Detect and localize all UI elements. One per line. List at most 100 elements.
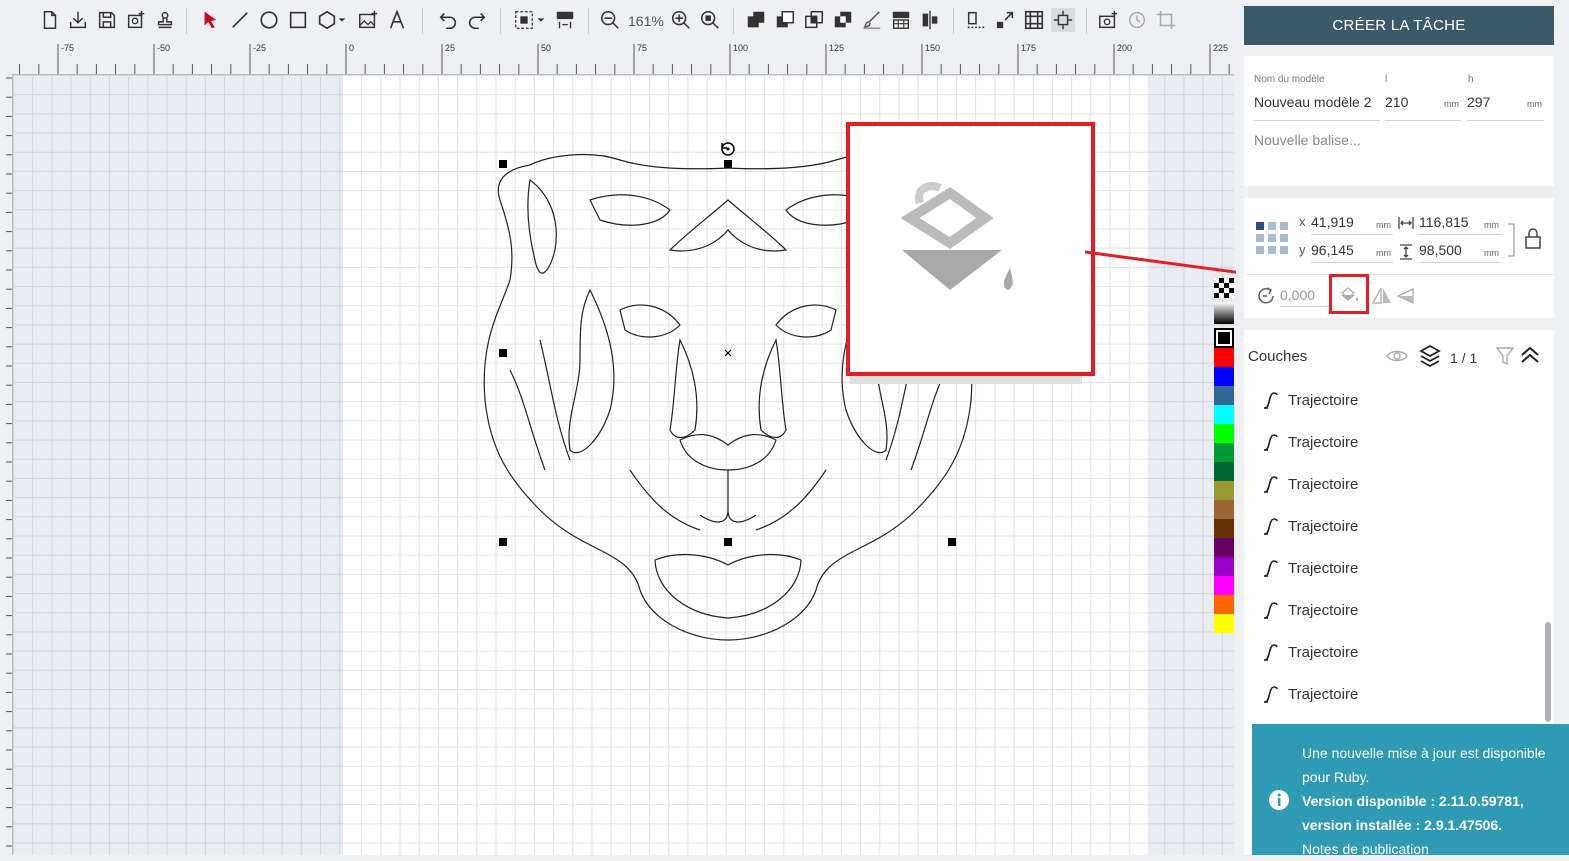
import-icon[interactable]: [66, 8, 90, 32]
path-icon: [1264, 686, 1278, 703]
color-swatch[interactable]: [1214, 481, 1234, 500]
lock-ratio-icon[interactable]: [1508, 220, 1548, 260]
align-center-icon[interactable]: [918, 8, 942, 32]
path-icon: [1264, 644, 1278, 661]
layer-item[interactable]: Trajectoire: [1262, 428, 1358, 456]
y-input[interactable]: 96,145: [1311, 242, 1354, 258]
stamp-icon[interactable]: [153, 8, 177, 32]
save-icon[interactable]: [95, 8, 119, 32]
color-swatch[interactable]: [1214, 424, 1234, 443]
filter-icon[interactable]: [1496, 346, 1514, 366]
collapse-icon[interactable]: [1520, 346, 1540, 364]
distribute-icon[interactable]: [964, 8, 988, 32]
new-file-icon[interactable]: [38, 8, 62, 32]
beta-icon[interactable]: [553, 8, 577, 32]
color-swatch[interactable]: [1214, 614, 1234, 633]
rectangle-icon[interactable]: [286, 8, 310, 32]
ruler-label: 75: [637, 43, 648, 53]
fill-bucket-icon: [900, 182, 1013, 290]
line-icon[interactable]: [228, 8, 252, 32]
undo-icon[interactable]: [436, 8, 460, 32]
x-input[interactable]: 41,919: [1311, 214, 1354, 230]
rotate-handle-icon[interactable]: [719, 140, 737, 158]
color-swatch[interactable]: [1214, 405, 1234, 424]
layers-stack-icon[interactable]: [1419, 344, 1441, 368]
zoom-fit-icon[interactable]: [698, 8, 722, 32]
model-name-input[interactable]: Nouveau modèle 2: [1254, 94, 1378, 110]
selection-handle[interactable]: [724, 160, 732, 168]
layer-item[interactable]: Trajectoire: [1262, 596, 1358, 624]
color-swatch[interactable]: [1214, 576, 1234, 595]
width-input[interactable]: 210: [1385, 94, 1408, 110]
layer-label: Trajectoire: [1288, 391, 1359, 409]
exclude-icon[interactable]: [831, 8, 855, 32]
eye-icon[interactable]: [1385, 348, 1409, 364]
layer-item[interactable]: Trajectoire: [1262, 386, 1358, 414]
update-notification[interactable]: Une nouvelle mise à jour est disponible …: [1252, 724, 1569, 857]
select-arrow-icon[interactable]: [199, 8, 223, 32]
color-swatch[interactable]: [1214, 519, 1234, 538]
color-swatch[interactable]: [1214, 443, 1234, 462]
height-value-input[interactable]: 98,500: [1419, 242, 1462, 258]
crop-icon[interactable]: [1154, 8, 1178, 32]
align-icon[interactable]: [512, 8, 536, 32]
brush-icon[interactable]: [860, 8, 884, 32]
layer-item[interactable]: Trajectoire: [1262, 554, 1358, 582]
text-icon[interactable]: [385, 8, 409, 32]
fill-button[interactable]: [1329, 274, 1369, 314]
color-swatch[interactable]: [1214, 538, 1234, 557]
width-value-input[interactable]: 116,815: [1419, 214, 1469, 230]
layers-scrollbar[interactable]: [1545, 622, 1551, 722]
layer-item[interactable]: Trajectoire: [1262, 638, 1358, 666]
flip-vertical-icon[interactable]: [1396, 287, 1416, 305]
chevron-down-icon[interactable]: [336, 8, 348, 32]
rotation-input[interactable]: 0,000: [1280, 287, 1315, 303]
beta-grid-icon[interactable]: [889, 8, 913, 32]
zoom-in-icon[interactable]: [669, 8, 693, 32]
color-swatch[interactable]: [1214, 500, 1234, 519]
black-swatch[interactable]: [1214, 328, 1234, 348]
layer-label: Trajectoire: [1288, 517, 1359, 535]
selection-handle[interactable]: [499, 160, 507, 168]
selection-handle[interactable]: [499, 349, 507, 357]
anchor-grid-icon[interactable]: [1256, 222, 1290, 256]
color-swatch[interactable]: [1214, 462, 1234, 481]
add-image-icon[interactable]: [124, 8, 148, 32]
create-task-button[interactable]: CRÉER LA TÂCHE: [1244, 6, 1554, 45]
height-input[interactable]: 297: [1467, 94, 1490, 110]
layer-item[interactable]: Trajectoire: [1262, 680, 1358, 708]
gradient-swatch[interactable]: [1214, 302, 1234, 324]
chevron-down-icon[interactable]: [535, 8, 547, 32]
selection-handle[interactable]: [499, 538, 507, 546]
layer-item[interactable]: Trajectoire: [1262, 512, 1358, 540]
zoom-out-icon[interactable]: [598, 8, 622, 32]
color-swatch[interactable]: [1214, 367, 1234, 386]
path-icon: [1264, 518, 1278, 535]
selection-handle[interactable]: [948, 538, 956, 546]
layer-item[interactable]: Trajectoire: [1262, 470, 1358, 498]
color-swatch[interactable]: [1214, 386, 1234, 405]
color-swatch[interactable]: [1214, 557, 1234, 576]
intersect-icon[interactable]: [802, 8, 826, 32]
grid-icon[interactable]: [1022, 8, 1046, 32]
selection-handle[interactable]: [724, 538, 732, 546]
path-icon: [1264, 434, 1278, 451]
circle-icon[interactable]: [257, 8, 281, 32]
ruler-label: 225: [1213, 43, 1229, 53]
color-swatch[interactable]: [1214, 348, 1234, 367]
redo-icon[interactable]: [465, 8, 489, 32]
expand-icon[interactable]: [993, 8, 1017, 32]
flip-horizontal-icon[interactable]: [1372, 287, 1392, 305]
fit-page-icon[interactable]: [1051, 8, 1075, 32]
union-icon[interactable]: [744, 8, 768, 32]
image-icon[interactable]: [356, 8, 380, 32]
subtract-icon[interactable]: [773, 8, 797, 32]
transparent-swatch[interactable]: [1214, 278, 1234, 298]
history-icon[interactable]: [1125, 8, 1149, 32]
color-swatch[interactable]: [1214, 595, 1234, 614]
ruler-label: 150: [925, 43, 941, 53]
notification-release-notes-link[interactable]: Notes de publication: [1302, 837, 1562, 861]
w-unit: mm: [1484, 220, 1499, 230]
camera-icon[interactable]: [1096, 8, 1120, 32]
tag-input[interactable]: Nouvelle balise...: [1254, 132, 1361, 148]
